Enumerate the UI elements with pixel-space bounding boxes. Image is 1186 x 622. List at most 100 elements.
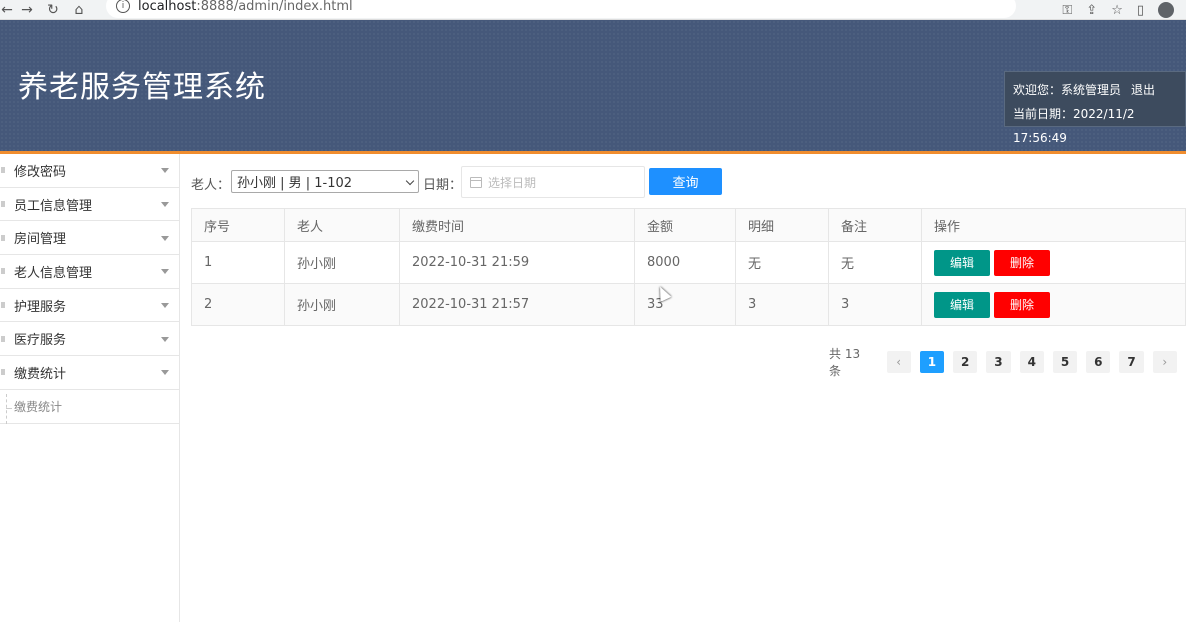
- column-header: 备注: [828, 208, 922, 242]
- table-row: 1 孙小刚 2022-10-31 21:59 8000 无 无 编辑 删除: [191, 241, 1186, 284]
- drag-dots-icon: [1, 234, 5, 241]
- sidebar-subitem-payment-stats[interactable]: 缴费统计: [0, 390, 179, 424]
- sidebar-item-nursing[interactable]: 护理服务: [0, 289, 179, 323]
- table-header-row: 序号 老人 缴费时间 金额 明细 备注 操作: [191, 208, 1186, 242]
- cell-elder: 孙小刚: [284, 241, 400, 284]
- page-button-1[interactable]: 1: [919, 351, 945, 373]
- page-button-4[interactable]: 4: [1019, 351, 1044, 373]
- browser-toolbar: ← → ↻ ⌂ i localhost:8888/admin/index.htm…: [0, 0, 1186, 20]
- user-info-box: 欢迎您：系统管理员 退出 当前日期：2022/11/2 17:56:49: [1004, 71, 1186, 145]
- browser-actions: ⚿ ⇪ ☆ ▯: [1062, 0, 1174, 20]
- home-icon[interactable]: ⌂: [66, 0, 92, 20]
- sidebar-subitem-label: 缴费统计: [14, 399, 63, 414]
- chevron-down-icon: [405, 176, 415, 186]
- app-header: 养老服务管理系统 欢迎您：系统管理员 退出 当前日期：2022/11/2 17:5…: [0, 20, 1186, 151]
- column-header: 明细: [735, 208, 829, 242]
- drag-dots-icon: [1, 335, 5, 342]
- elder-select-value: 孙小刚 | 男 | 1-102: [237, 176, 353, 191]
- drag-dots-icon: [1, 369, 5, 376]
- date-picker-input[interactable]: 选择日期: [461, 166, 645, 198]
- caret-down-icon: [161, 269, 169, 275]
- page-button-5[interactable]: 5: [1052, 351, 1078, 373]
- sidebar-item-label: 员工信息管理: [14, 198, 93, 214]
- sidebar-item-label: 老人信息管理: [14, 265, 93, 281]
- cell-detail: 无: [735, 241, 829, 284]
- edit-button[interactable]: 编辑: [934, 291, 990, 318]
- share-icon[interactable]: ⇪: [1086, 3, 1097, 18]
- column-header: 缴费时间: [399, 208, 635, 242]
- sidebar-item-label: 缴费统计: [14, 366, 67, 382]
- cell-time: 2022-10-31 21:57: [399, 283, 635, 326]
- welcome-text: 欢迎您：系统管理员: [1013, 83, 1122, 97]
- sidebar: 修改密码 员工信息管理 房间管理 老人信息管理 护理服务 医疗服务 缴费统计 缴…: [0, 154, 180, 622]
- cell-no: 2: [191, 283, 285, 326]
- sidebar-item-elders[interactable]: 老人信息管理: [0, 255, 179, 289]
- delete-button[interactable]: 删除: [994, 249, 1050, 276]
- app-title: 养老服务管理系统: [18, 70, 266, 105]
- sidebar-item-label: 修改密码: [14, 164, 67, 180]
- sidebar-item-change-password[interactable]: 修改密码: [0, 154, 179, 188]
- drag-dots-icon: [1, 201, 5, 208]
- column-header: 老人: [284, 208, 400, 242]
- prev-page-button[interactable]: ‹: [886, 351, 911, 373]
- pagination-total: 共 13 条: [829, 347, 861, 378]
- sidebar-item-staff[interactable]: 员工信息管理: [0, 188, 179, 222]
- calendar-icon: [470, 176, 482, 188]
- sidepanel-icon[interactable]: ▯: [1137, 3, 1144, 18]
- sidebar-item-label: 护理服务: [14, 299, 67, 315]
- cell-actions: 编辑 删除: [921, 241, 1186, 284]
- site-info-icon[interactable]: i: [116, 0, 130, 13]
- caret-down-icon: [161, 202, 169, 208]
- cell-detail: 3: [735, 283, 829, 326]
- cell-no: 1: [191, 241, 285, 284]
- reload-icon[interactable]: ↻: [40, 0, 66, 20]
- sidebar-item-payments[interactable]: 缴费统计: [0, 356, 179, 390]
- column-header: 序号: [191, 208, 285, 242]
- profile-icon[interactable]: [1158, 2, 1174, 18]
- drag-dots-icon: [1, 268, 5, 275]
- edit-button[interactable]: 编辑: [934, 249, 990, 276]
- star-icon[interactable]: ☆: [1111, 3, 1123, 18]
- logout-link[interactable]: 退出: [1131, 83, 1155, 97]
- drag-dots-icon: [1, 302, 5, 309]
- column-header: 操作: [921, 208, 1186, 242]
- cell-time: 2022-10-31 21:59: [399, 241, 635, 284]
- sidebar-item-label: 房间管理: [14, 232, 67, 248]
- key-icon[interactable]: ⚿: [1062, 3, 1072, 18]
- payment-table: 序号 老人 缴费时间 金额 明细 备注 操作 1 孙小刚 2022-10-31 …: [191, 208, 1186, 326]
- delete-button[interactable]: 删除: [994, 291, 1050, 318]
- sidebar-item-label: 医疗服务: [14, 333, 67, 349]
- cell-note: 无: [828, 241, 922, 284]
- caret-down-icon: [161, 336, 169, 342]
- table-row: 2 孙小刚 2022-10-31 21:57 33 3 3 编辑 删除: [191, 283, 1186, 326]
- page-button-7[interactable]: 7: [1119, 351, 1144, 373]
- caret-down-icon: [161, 303, 169, 309]
- cell-elder: 孙小刚: [284, 283, 400, 326]
- page-button-3[interactable]: 3: [986, 351, 1011, 373]
- url-host: localhost: [138, 0, 197, 14]
- current-date: 当前日期：2022/11/2 17:56:49: [1013, 107, 1135, 145]
- elder-label: 老人：: [191, 178, 231, 193]
- cell-actions: 编辑 删除: [921, 283, 1186, 326]
- drag-dots-icon: [1, 167, 5, 174]
- sidebar-item-rooms[interactable]: 房间管理: [0, 221, 179, 256]
- page-button-6[interactable]: 6: [1086, 351, 1111, 373]
- cell-note: 3: [828, 283, 922, 326]
- caret-down-icon: [161, 235, 169, 241]
- next-page-button[interactable]: ›: [1152, 351, 1177, 373]
- date-label: 日期：: [423, 178, 463, 193]
- sidebar-item-medical[interactable]: 医疗服务: [0, 322, 179, 357]
- pagination: 共 13 条 ‹ 1 2 3 4 5 6 7 ›: [829, 347, 1186, 378]
- back-icon[interactable]: ←: [0, 0, 14, 20]
- caret-down-icon: [161, 370, 169, 376]
- page-button-2[interactable]: 2: [953, 351, 978, 373]
- url-path: :8888/admin/index.html: [196, 0, 353, 14]
- cell-amount: 8000: [634, 241, 736, 284]
- elder-select[interactable]: 孙小刚 | 男 | 1-102: [231, 170, 419, 193]
- query-button[interactable]: 查询: [649, 168, 722, 195]
- forward-icon[interactable]: →: [14, 0, 40, 20]
- column-header: 金额: [634, 208, 736, 242]
- date-placeholder: 选择日期: [488, 175, 537, 190]
- caret-down-icon: [161, 168, 169, 174]
- address-bar[interactable]: i localhost:8888/admin/index.html: [106, 0, 1016, 18]
